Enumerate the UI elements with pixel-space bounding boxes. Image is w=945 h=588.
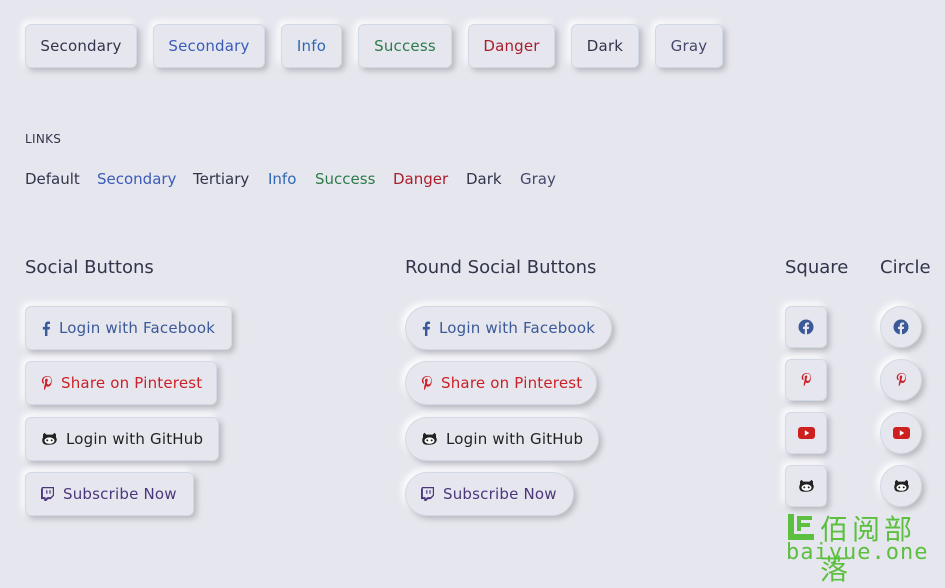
button-label: Share on Pinterest [61,374,203,392]
pinterest-icon [421,375,433,391]
github-icon [41,432,58,446]
button-label: Dark [586,37,624,55]
success-button[interactable]: Success [358,24,452,68]
github-icon [421,432,438,446]
github-icon [893,479,910,493]
facebook-f-icon [421,320,431,336]
pinterest-icon [41,375,53,391]
watermark-logo-icon [786,512,816,542]
dark-button[interactable]: Dark [571,24,639,68]
link-danger[interactable]: Danger [393,170,448,188]
info-button[interactable]: Info [281,24,342,68]
button-label: Gray [670,37,708,55]
button-label: Login with GitHub [66,430,204,448]
button-label: Success [374,37,436,55]
link-tertiary[interactable]: Tertiary [193,170,249,188]
round-login-github-button[interactable]: Login with GitHub [405,417,599,461]
link-gray[interactable]: Gray [520,170,556,188]
circle-youtube-button[interactable] [880,412,922,454]
button-label: Danger [483,37,540,55]
square-facebook-button[interactable] [785,306,827,348]
share-pinterest-button[interactable]: Share on Pinterest [25,361,217,405]
watermark-en-text: baiyue.one [786,540,929,565]
links-heading: LINKS [25,132,62,146]
button-label: Subscribe Now [63,485,177,503]
button-label: Login with Facebook [59,319,216,337]
login-github-button[interactable]: Login with GitHub [25,417,219,461]
social-buttons-title: Social Buttons [25,257,154,278]
link-secondary[interactable]: Secondary [97,170,176,188]
pinterest-icon [801,373,812,387]
pinterest-icon [896,373,907,387]
secondary-blue-button[interactable]: Secondary [153,24,265,68]
youtube-icon [892,427,910,439]
square-youtube-button[interactable] [785,412,827,454]
round-social-buttons-title: Round Social Buttons [405,257,597,278]
github-icon [798,479,815,493]
secondary-button[interactable]: Secondary [25,24,137,68]
link-dark[interactable]: Dark [466,170,502,188]
link-success[interactable]: Success [315,170,375,188]
button-label: Secondary [40,37,122,55]
button-label: Login with GitHub [446,430,584,448]
circle-title: Circle [880,257,931,278]
square-pinterest-button[interactable] [785,359,827,401]
twitch-icon [421,487,435,501]
facebook-icon [893,319,909,335]
square-github-button[interactable] [785,465,827,507]
button-label: Login with Facebook [439,319,596,337]
circle-pinterest-button[interactable] [880,359,922,401]
button-label: Subscribe Now [443,485,557,503]
subscribe-twitch-button[interactable]: Subscribe Now [25,472,194,516]
youtube-icon [797,427,815,439]
twitch-icon [41,487,55,501]
gray-button[interactable]: Gray [655,24,723,68]
square-title: Square [785,257,849,278]
danger-button[interactable]: Danger [468,24,555,68]
link-info[interactable]: Info [268,170,296,188]
circle-facebook-button[interactable] [880,306,922,348]
button-label: Secondary [168,37,250,55]
round-login-facebook-button[interactable]: Login with Facebook [405,306,612,350]
login-facebook-button[interactable]: Login with Facebook [25,306,232,350]
round-subscribe-twitch-button[interactable]: Subscribe Now [405,472,574,516]
circle-github-button[interactable] [880,465,922,507]
round-share-pinterest-button[interactable]: Share on Pinterest [405,361,597,405]
facebook-icon [798,319,814,335]
button-label: Info [296,37,327,55]
link-default[interactable]: Default [25,170,80,188]
facebook-f-icon [41,320,51,336]
button-label: Share on Pinterest [441,374,583,392]
